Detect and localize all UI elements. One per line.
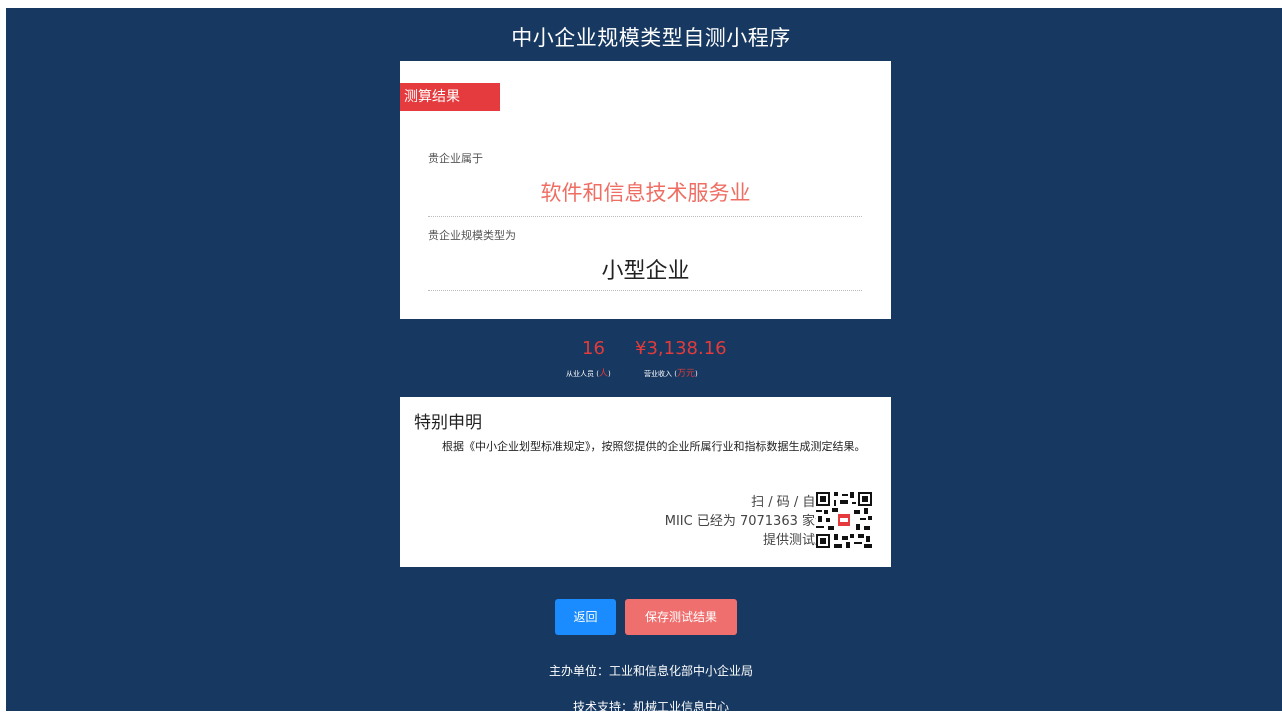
qr-code-icon <box>816 492 872 548</box>
footer-sponsor: 主办单位：工业和信息化部中小企业局 <box>548 664 753 678</box>
back-button[interactable]: 返回 <box>555 599 616 635</box>
revenue-unit: 万元 <box>676 369 695 379</box>
qr-caption-line: MIIC 已经为 7071363 家企业 <box>664 514 841 529</box>
qr-caption-line: 提供测试服务 <box>762 533 841 548</box>
employees-value: 16 <box>582 338 605 359</box>
footer-support: 技术支持：机械工业信息中心 <box>572 700 729 714</box>
result-card: 测算结果 贵企业属于 软件和信息技术服务业 贵企业规模类型为 小型企业 <box>400 61 891 319</box>
stats-panel: 16 ¥3,138.16 从业人员 (人) 营业收入 (万元) <box>400 338 891 388</box>
app-container: 中小企业规模类型自测小程序 测算结果 贵企业属于 软件和信息技术服务业 贵企业规… <box>6 8 1282 714</box>
revenue-label: 营业收入 (万元) <box>644 369 698 379</box>
industry-value: 软件和信息技术服务业 <box>540 181 751 205</box>
page-title: 中小企业规模类型自测小程序 <box>511 26 791 50</box>
notice-body: 根据《中小企业划型标准规定》，按照您提供的企业所属行业和指标数据生成测定结果。 <box>442 440 866 453</box>
revenue-value: ¥3,138.16 <box>635 338 727 359</box>
notice-title: 特别申明 <box>414 413 482 433</box>
notice-card: 特别申明 根据《中小企业划型标准规定》，按照您提供的企业所属行业和指标数据生成测… <box>400 397 891 567</box>
divider <box>428 216 862 217</box>
result-tag: 测算结果 <box>400 83 500 111</box>
qr-caption-line: 扫 / 码 / 自 / 测 <box>751 495 841 510</box>
divider <box>428 290 862 291</box>
employees-unit: 人 <box>598 369 608 379</box>
size-label: 贵企业规模类型为 <box>428 229 516 242</box>
size-value: 小型企业 <box>601 259 690 284</box>
employees-label: 从业人员 (人) <box>566 369 611 379</box>
save-result-button[interactable]: 保存测试结果 <box>625 599 737 635</box>
industry-label: 贵企业属于 <box>428 152 483 165</box>
qr-caption: 扫 / 码 / 自 / 测 MIIC 已经为 7071363 家企业 提供测试服… <box>665 493 841 550</box>
